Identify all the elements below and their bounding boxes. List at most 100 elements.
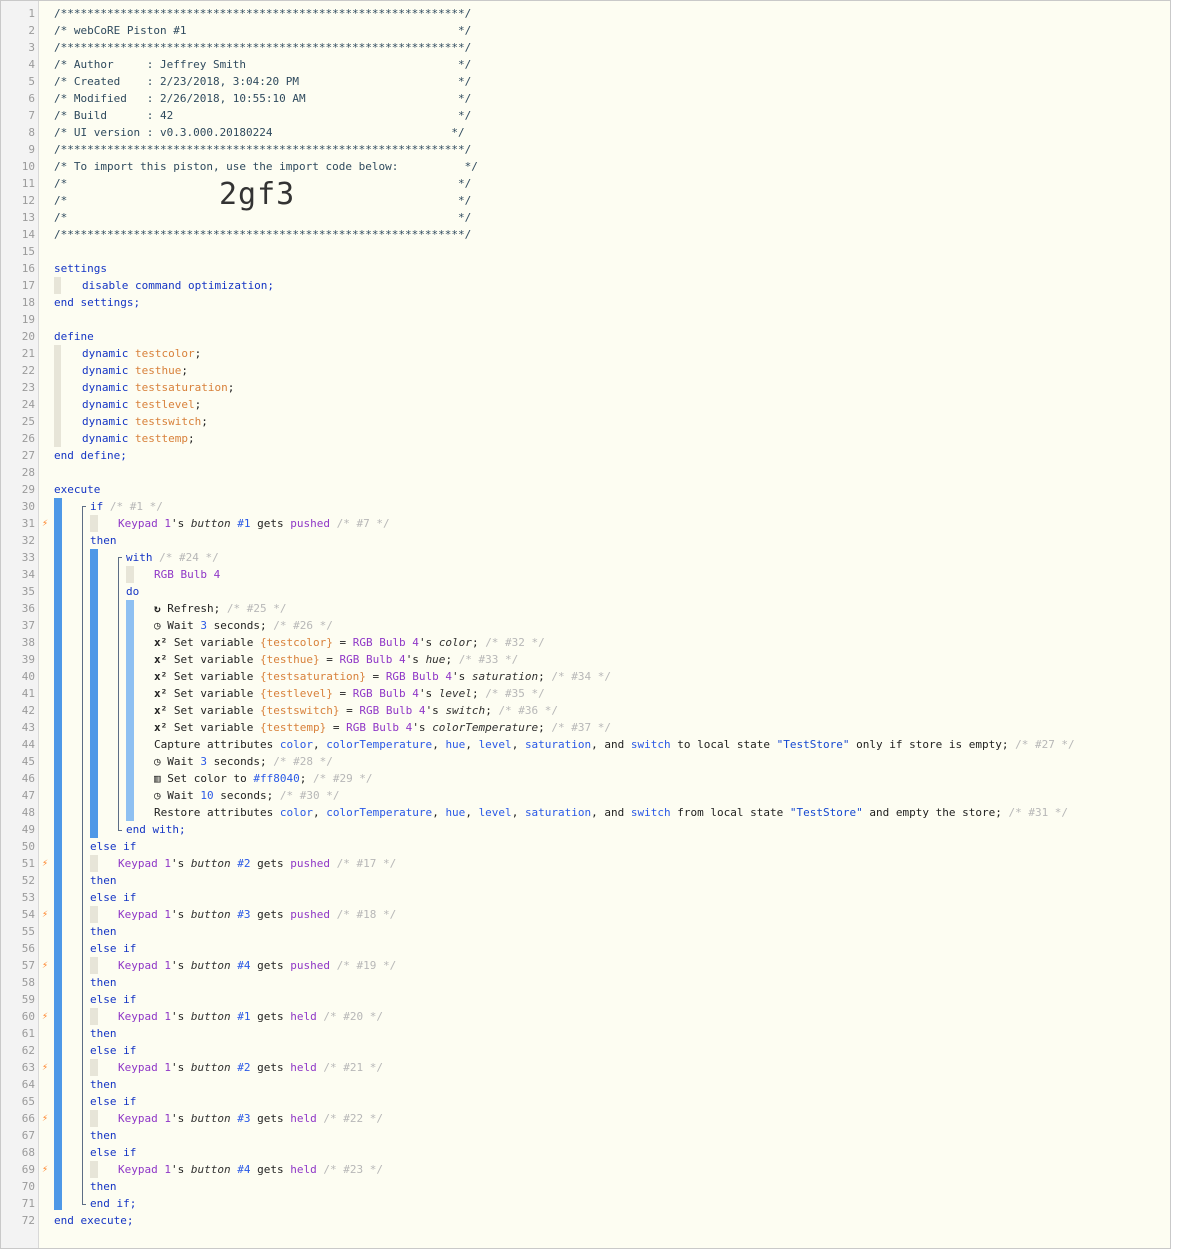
line-number: 11 [21,177,35,190]
header-border: /***************************************… [54,143,472,156]
semicolon: ; [201,415,208,428]
code-line: else if [90,1042,136,1059]
code-line: /* UI version : v0.3.000.20180224 */ [54,124,465,141]
line-number: 47 [21,789,35,802]
button-action: held [290,1163,317,1176]
device-keypad: Keypad 1 [118,517,171,530]
semicolon: ; [445,653,459,666]
semicolon: ; [538,670,552,683]
line-number: 25 [21,415,35,428]
code-line: else if [90,838,136,855]
attribute-token: level [478,738,512,751]
condition-line: Keypad 1's button #3 gets held /* #22 */ [118,1110,383,1127]
clock-icon: ◷ [154,619,161,632]
line-number: 36 [21,602,35,615]
line-number: 22 [21,364,35,377]
line-number: 30 [21,500,35,513]
indent-guide [54,277,61,294]
condition-guide [90,906,98,923]
line-number: 28 [21,466,35,479]
device-rgb: RGB Bulb 4 [339,653,406,666]
equals: = [339,704,360,717]
dynamic-keyword: dynamic [82,381,129,394]
trigger-bolt-icon: ⚡ [41,1062,49,1073]
dynamic-keyword: dynamic [82,347,129,360]
attribute-token: hue [445,738,466,751]
button-number: #2 [237,1061,251,1074]
attribute-token: color [279,806,313,819]
statement-comment: /* #26 */ [273,619,333,632]
statement-capture: Capture attributes color, colorTemperatu… [154,736,1075,753]
button-attr: button [190,1010,231,1023]
define-variable: dynamic testlevel; [82,396,201,413]
button-attr: button [190,517,231,530]
semicolon: ; [181,364,188,377]
device-keypad: Keypad 1 [118,1163,171,1176]
line-number: 50 [21,840,35,853]
button-number: #2 [237,857,251,870]
line-number: 71 [21,1197,35,1210]
possessive: 's [418,636,439,649]
line-number: 21 [21,347,35,360]
statement-set-variable: x² Set variable {testswitch} = RGB Bulb … [154,702,558,719]
indent-guide [54,345,61,447]
condition-comment: /* #17 */ [336,857,397,870]
set-variable-text: Set variable [173,670,260,683]
line-number: 46 [21,772,35,785]
equals: = [319,653,340,666]
code-line: do [126,583,139,600]
statement-comment: /* #33 */ [458,653,519,666]
define-keyword: define [54,330,94,343]
statement-set-variable: x² Set variable {testlevel} = RGB Bulb 4… [154,685,545,702]
line-number: 67 [21,1129,35,1142]
comma: , [432,738,446,751]
condition-guide [90,957,98,974]
variable-ref: {testtemp} [259,721,327,734]
statement-refresh: ↻ Refresh; /* #25 */ [154,600,286,617]
statement-wait: ◷ Wait 3 seconds; /* #28 */ [154,753,333,770]
code-line: end with; [126,821,186,838]
semicolon: ; [538,721,552,734]
define-variable: dynamic testcolor; [82,345,201,362]
attribute-name: saturation [471,670,539,683]
code-line: then [90,1127,117,1144]
statement-wait: ◷ Wait 10 seconds; /* #30 */ [154,787,339,804]
condition-comment: /* #7 */ [336,517,390,530]
define-variable: dynamic testhue; [82,362,188,379]
condition-line: Keypad 1's button #2 gets pushed /* #17 … [118,855,396,872]
button-number: #4 [237,1163,251,1176]
variable-icon: x² [154,670,168,683]
if-comment: /* #1 */ [109,500,163,513]
wait-unit: seconds; [213,789,274,802]
button-action: pushed [290,908,330,921]
settings-line: disable command optimization; [82,279,275,292]
with-keyword: with [126,551,153,564]
line-number: 9 [28,143,35,156]
line-number: 29 [21,483,35,496]
button-attr: button [190,1061,231,1074]
code-line: end settings; [54,294,140,311]
with-bracket [118,557,122,830]
variable-ref: {testswitch} [259,704,340,717]
gets: gets [250,857,291,870]
set-variable-text: Set variable [173,636,260,649]
color-icon: ▥ [154,772,161,785]
code-line: else if [90,940,136,957]
line-number: 72 [21,1214,35,1227]
line-number: 16 [21,262,35,275]
line-number: 3 [28,41,35,54]
semicolon: ; [471,636,486,649]
then-keyword: then [90,1180,117,1193]
condition-line: Keypad 1's button #1 gets held /* #20 */ [118,1008,383,1025]
line-number: 4 [28,58,35,71]
possessive: 's [170,857,191,870]
possessive: 's [170,1163,191,1176]
gets: gets [250,1010,291,1023]
device-rgb: RGB Bulb 4 [352,687,419,700]
